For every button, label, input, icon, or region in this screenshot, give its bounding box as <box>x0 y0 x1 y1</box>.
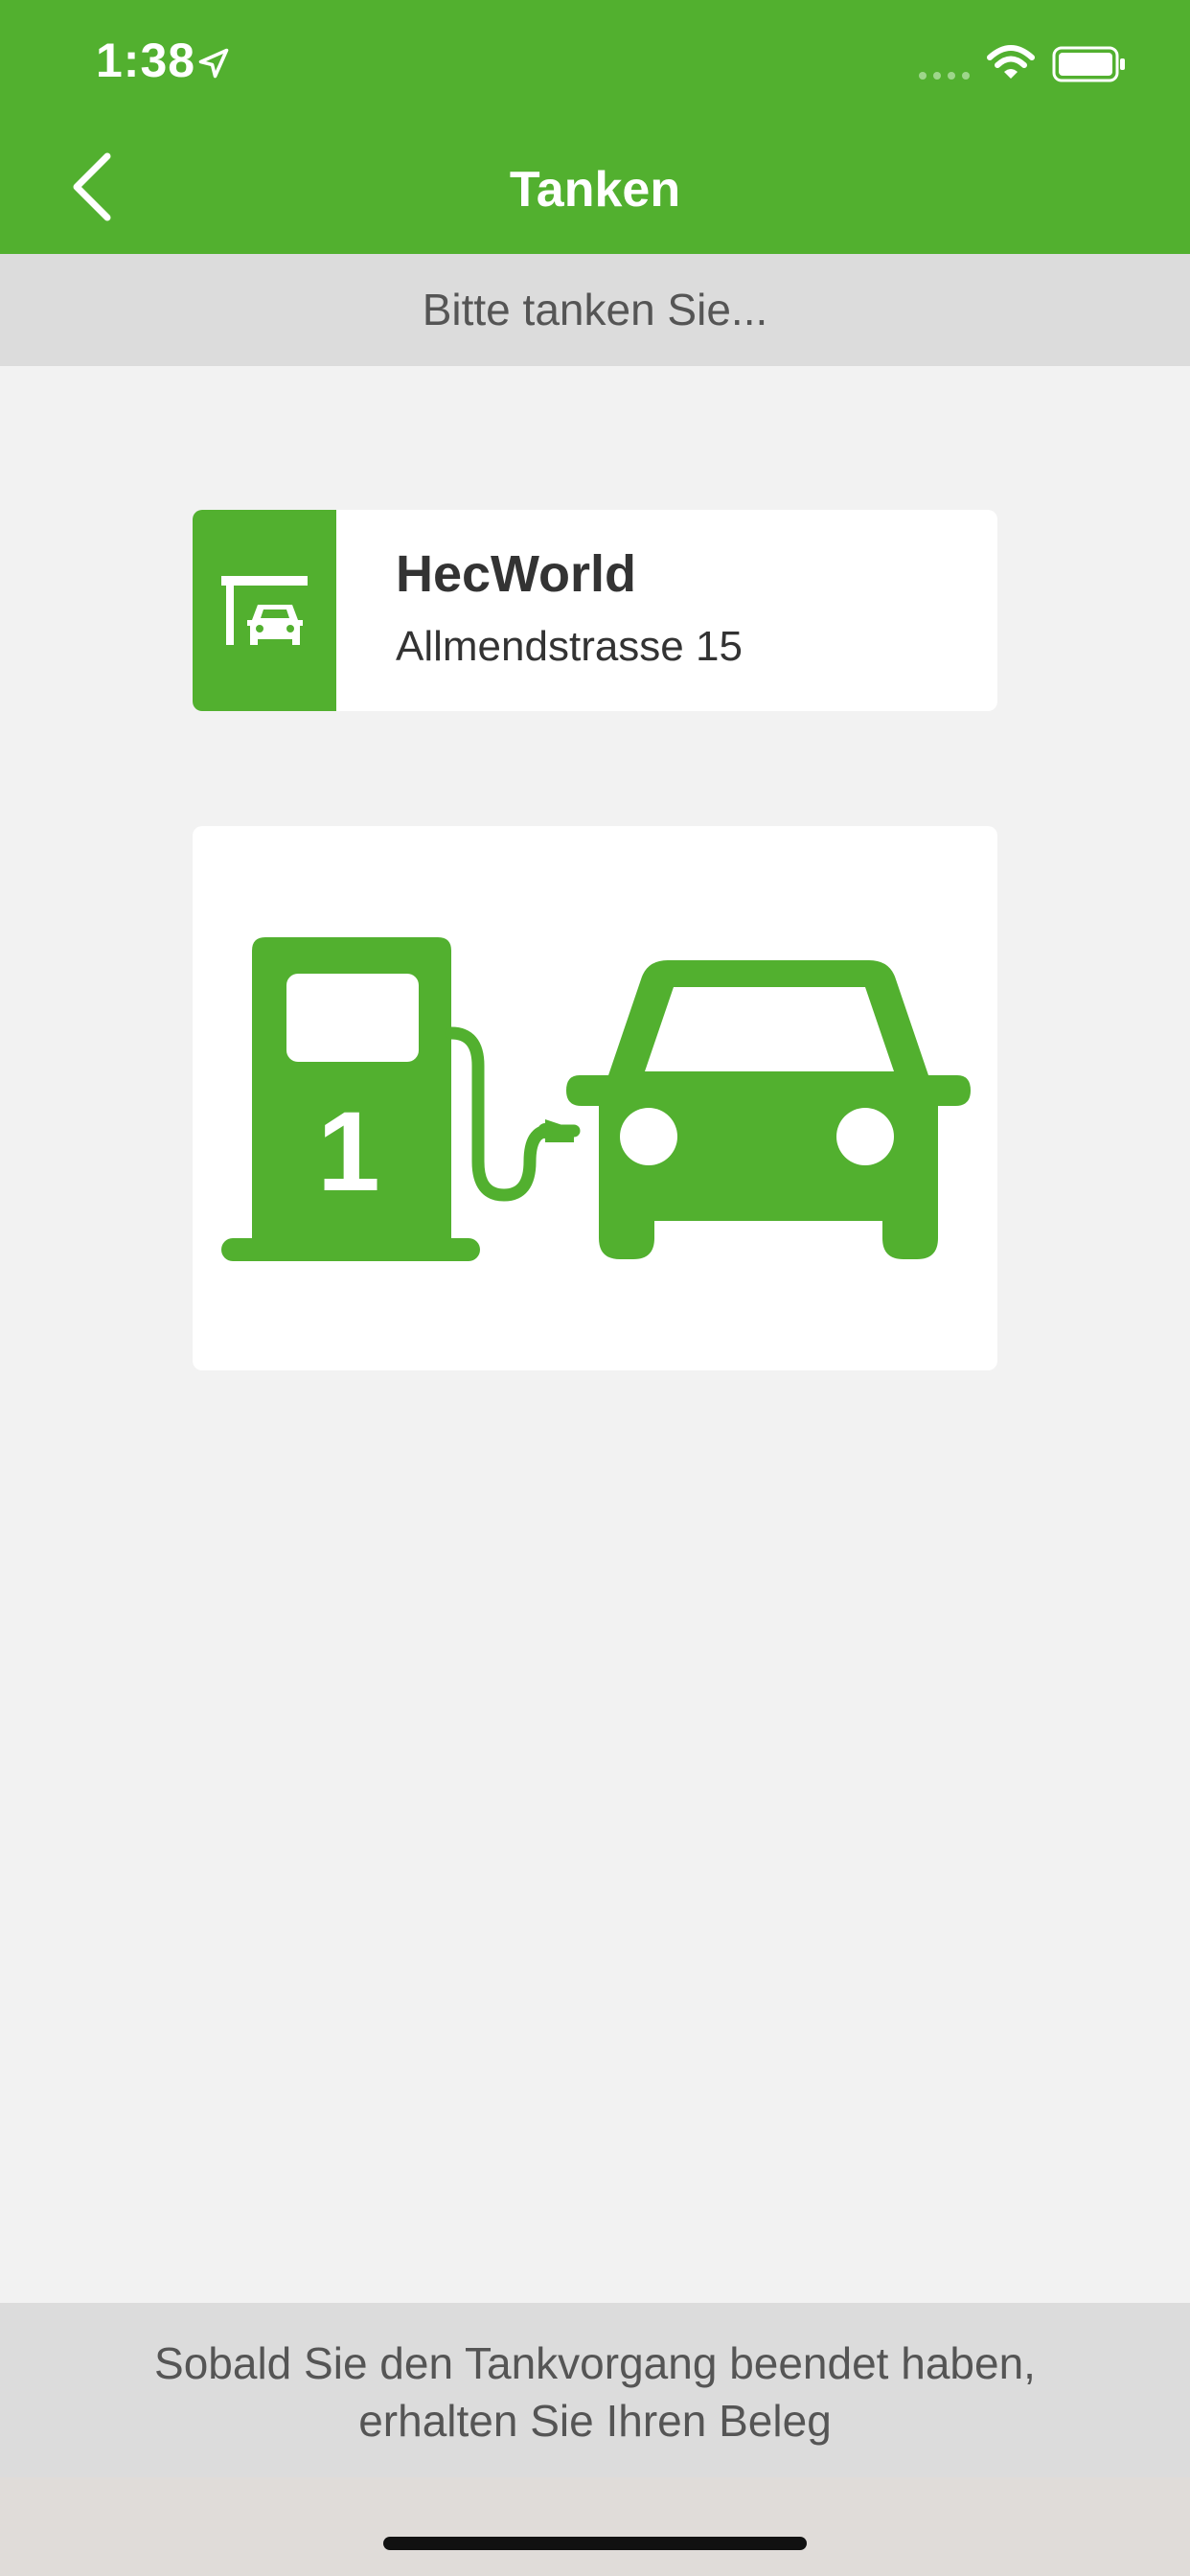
station-card: HecWorld Allmendstrasse 15 <box>193 510 997 711</box>
station-name: HecWorld <box>396 545 637 603</box>
pump-number: 1 <box>317 1089 380 1215</box>
instruction-banner: Bitte tanken Sie... <box>0 254 1190 366</box>
wifi-icon <box>987 45 1035 79</box>
receipt-info-line2: erhalten Sie Ihren Beleg <box>358 2396 832 2446</box>
receipt-info-line1: Sobald Sie den Tankvorgang beendet haben… <box>154 2338 1036 2388</box>
home-indicator-area <box>0 2477 1190 2576</box>
fuel-pump-car-icon: 1 <box>221 937 971 1261</box>
status-bar: 1:38 <box>0 0 1190 125</box>
status-time: 1:38 <box>96 34 196 87</box>
pump-illustration-card: 1 <box>193 826 997 1370</box>
location-arrow-icon <box>198 48 229 79</box>
nav-bar: Tanken <box>0 125 1190 254</box>
cellular-signal-icon <box>919 72 970 80</box>
station-icon-box <box>193 510 336 711</box>
home-indicator[interactable] <box>383 2537 807 2550</box>
page-title: Tanken <box>509 162 681 218</box>
battery-icon <box>1052 46 1125 82</box>
receipt-info-banner: Sobald Sie den Tankvorgang beendet haben… <box>0 2303 1190 2477</box>
gas-station-icon <box>221 576 308 645</box>
station-address: Allmendstrasse 15 <box>396 623 743 670</box>
